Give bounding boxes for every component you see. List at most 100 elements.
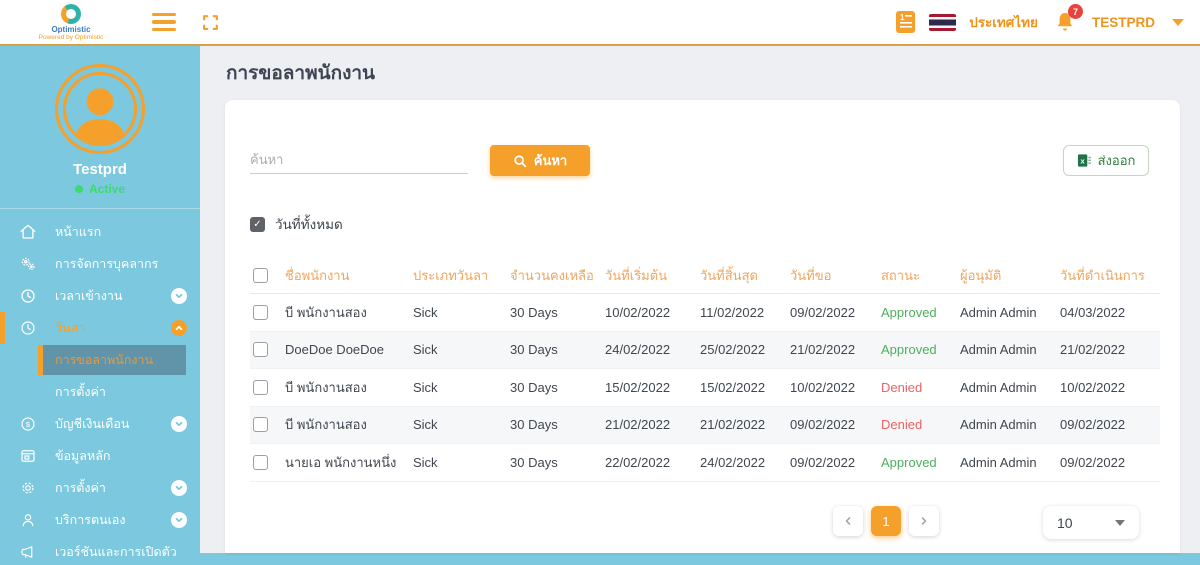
cell-start-date: 10/02/2022 [600,305,695,320]
chevron-up-icon[interactable] [171,320,187,336]
cell-status: Denied [876,417,955,432]
cell-action-date: 09/02/2022 [1055,455,1160,470]
table-row: บี พนักงานสอง Sick 30 Days 15/02/2022 15… [250,369,1160,407]
survey-icon[interactable]: 1 [895,10,916,34]
svg-text:$: $ [26,420,31,429]
sidebar-item-settings[interactable]: การตั้งค่า [0,472,200,504]
next-page-button[interactable] [909,506,939,536]
cell-action-date: 21/02/2022 [1055,342,1160,357]
sidebar-item-personnel[interactable]: การจัดการบุคลากร [0,248,200,280]
profile-section: Testprd Active [0,46,200,196]
gears-icon [18,255,38,273]
window-icon [18,447,38,465]
cell-end-date: 24/02/2022 [695,455,785,470]
notifications-button[interactable]: 7 [1055,11,1075,33]
col-leave-type: ประเภทวันลา [408,265,505,286]
status-badge: Active [75,182,125,196]
current-page-button[interactable]: 1 [871,506,901,536]
col-action-date: วันที่ดำเนินการ [1055,265,1160,286]
main-content: การขอลาพนักงาน ค้นหา x ส่งออก วันที่ทั้ง… [200,46,1200,553]
logo-ring-icon [61,4,81,24]
table-body: บี พนักงานสอง Sick 30 Days 10/02/2022 11… [250,294,1160,482]
cell-employee-name: นายเอ พนักงานหนึ่ง [280,452,408,473]
cell-approver: Admin Admin [955,380,1055,395]
sidebar-item-self-service[interactable]: บริการตนเอง [0,504,200,536]
language-label[interactable]: ประเทศไทย [969,11,1038,33]
page-title: การขอลาพนักงาน [226,58,375,88]
online-dot-icon [75,185,83,193]
sidebar-item-master-data[interactable]: ข้อมูลหลัก [0,440,200,472]
sidebar-item-version-release[interactable]: เวอร์ชันและการเปิดตัว [0,536,200,565]
cell-remaining: 30 Days [505,305,600,320]
app-logo: Optimistic Powered by Optimistic [16,4,126,41]
all-dates-checkbox[interactable] [250,217,265,232]
row-checkbox[interactable] [253,342,268,357]
cell-action-date: 04/03/2022 [1055,305,1160,320]
menu-toggle-icon[interactable] [152,13,176,31]
cell-request-date: 09/02/2022 [785,417,876,432]
cell-status: Approved [876,305,955,320]
cell-employee-name: บี พนักงานสอง [280,377,408,398]
chevron-down-icon[interactable] [171,512,187,528]
sidebar-item-label: บัญชีเงินเดือน [55,414,129,434]
cell-request-date: 10/02/2022 [785,380,876,395]
page-size-value: 10 [1057,515,1073,531]
user-menu-label[interactable]: TESTPRD [1092,15,1155,30]
sidebar-item-leave[interactable]: วันลา [0,312,200,344]
cell-leave-type: Sick [408,417,505,432]
chevron-down-icon[interactable] [171,416,187,432]
cell-leave-type: Sick [408,305,505,320]
topbar: Optimistic Powered by Optimistic 1 ประเท… [0,0,1200,46]
home-icon [18,223,38,241]
clock-icon [18,319,38,337]
person-silhouette-icon [69,81,131,143]
table-header: ชื่อพนักงาน ประเภทวันลา จำนวนคงเหลือ วัน… [250,258,1160,294]
cell-employee-name: บี พนักงานสอง [280,414,408,435]
chevron-down-icon[interactable] [171,480,187,496]
export-button[interactable]: x ส่งออก [1063,145,1149,176]
clock-icon [18,287,38,305]
cell-status: Approved [876,455,955,470]
search-input[interactable] [250,146,468,174]
sidebar-item-attendance[interactable]: เวลาเข้างาน [0,280,200,312]
cell-approver: Admin Admin [955,305,1055,320]
table-row: บี พนักงานสอง Sick 30 Days 21/02/2022 21… [250,407,1160,445]
sidebar-item-label: การขอลาพนักงาน [55,350,153,370]
cell-start-date: 21/02/2022 [600,417,695,432]
cell-status: Approved [876,342,955,357]
chevron-down-icon[interactable] [171,288,187,304]
sidebar-item-payroll[interactable]: $ บัญชีเงินเดือน [0,408,200,440]
prev-page-button[interactable] [833,506,863,536]
sidebar-item-leave-request[interactable]: การขอลาพนักงาน [38,345,186,375]
sidebar-item-home[interactable]: หน้าแรก [0,216,200,248]
sidebar-item-label: การตั้งค่า [55,478,106,498]
cell-status: Denied [876,380,955,395]
pagination: 1 [833,506,939,536]
sidebar-item-label: ข้อมูลหลัก [55,446,110,466]
search-button[interactable]: ค้นหา [490,145,590,176]
fullscreen-icon[interactable] [202,14,219,31]
sidebar-item-label: บริการตนเอง [55,510,126,530]
cell-request-date: 09/02/2022 [785,455,876,470]
table-row: นายเอ พนักงานหนึ่ง Sick 30 Days 22/02/20… [250,444,1160,482]
logo-title: Optimistic [51,25,90,34]
row-checkbox[interactable] [253,305,268,320]
thailand-flag-icon[interactable] [929,14,956,31]
table-row: บี พนักงานสอง Sick 30 Days 10/02/2022 11… [250,294,1160,332]
page-size-select[interactable]: 10 [1043,506,1139,539]
col-request-date: วันที่ขอ [785,265,876,286]
row-checkbox[interactable] [253,455,268,470]
select-all-checkbox[interactable] [253,268,268,283]
sidebar-item-label: เวลาเข้างาน [55,286,122,306]
row-checkbox[interactable] [253,380,268,395]
row-checkbox[interactable] [253,417,268,432]
dollar-icon: $ [18,415,38,433]
chevron-down-icon[interactable] [1172,19,1184,26]
sidebar-item-label: วันลา [55,318,85,338]
leave-requests-table: ชื่อพนักงาน ประเภทวันลา จำนวนคงเหลือ วัน… [250,258,1160,482]
cell-remaining: 30 Days [505,417,600,432]
cell-leave-type: Sick [408,380,505,395]
chevron-right-icon [918,515,930,527]
sidebar-item-leave-settings[interactable]: การตั้งค่า [0,376,200,408]
cell-approver: Admin Admin [955,417,1055,432]
